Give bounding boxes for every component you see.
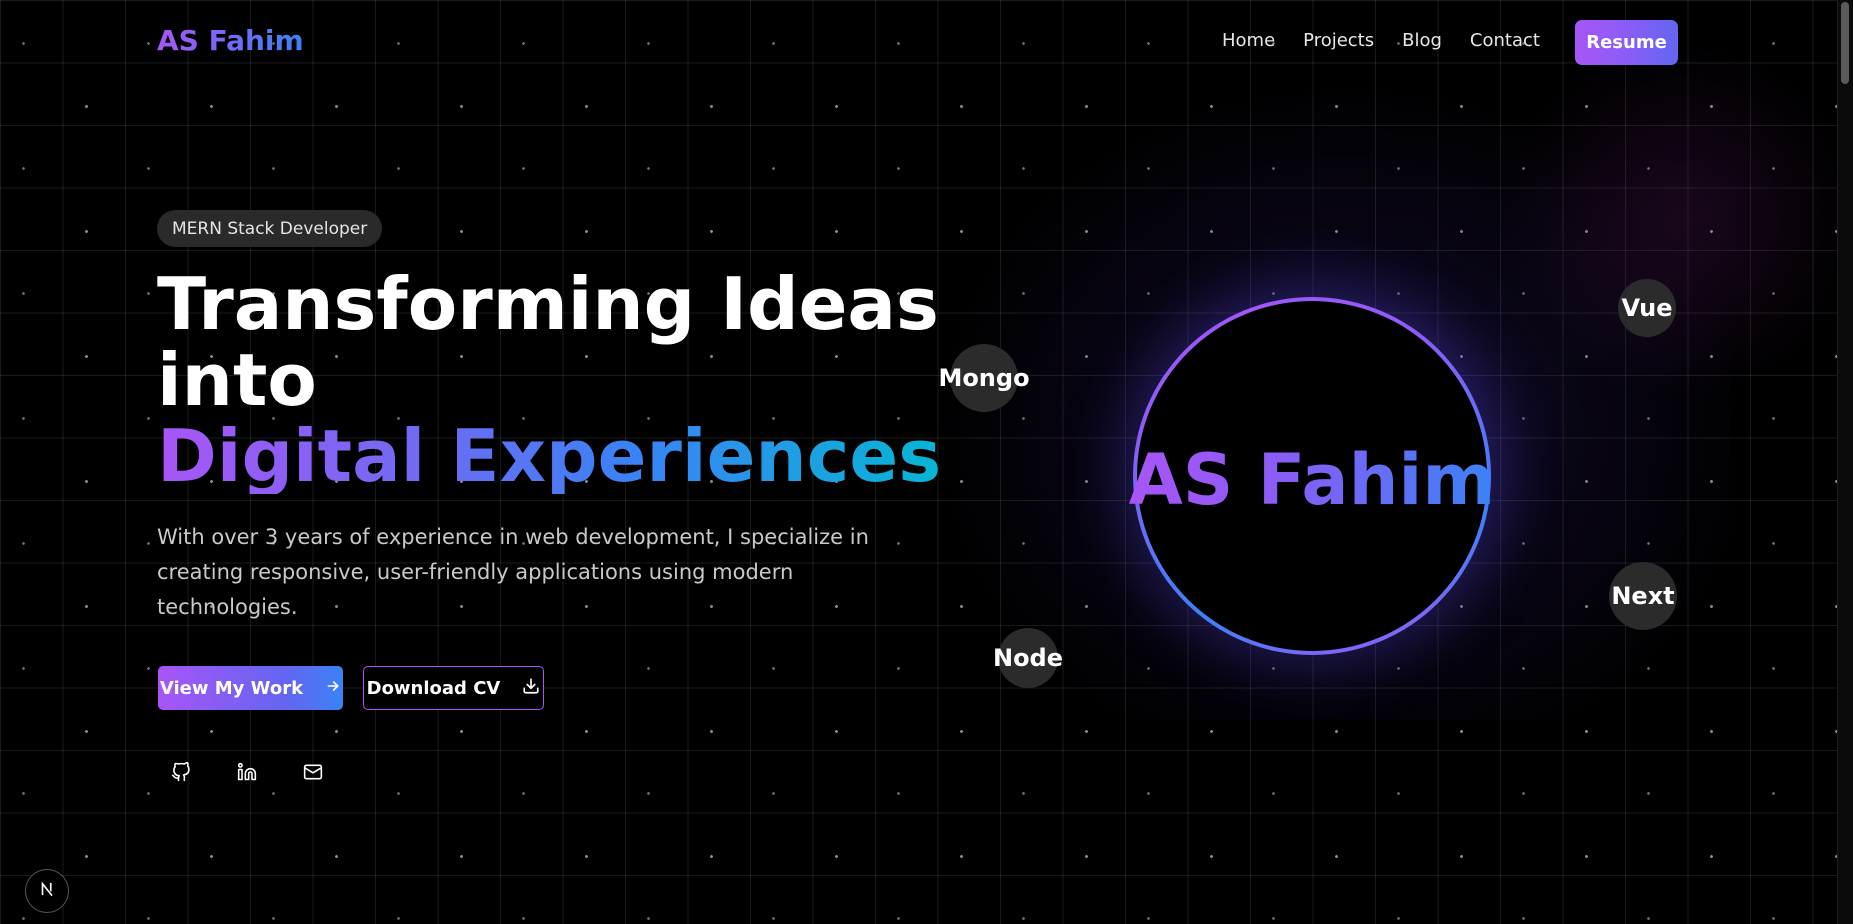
page: AS Fahim Home Projects Blog Contact Resu… (0, 0, 1853, 924)
social-links (170, 761, 324, 783)
tech-bubble-node: Node (993, 628, 1063, 688)
arrow-right-icon (325, 678, 341, 699)
page-scrollbar[interactable] (1837, 0, 1853, 924)
role-badge: MERN Stack Developer (157, 210, 383, 247)
nav-link-home[interactable]: Home (1222, 30, 1275, 51)
mail-icon[interactable] (302, 761, 324, 783)
download-icon (522, 677, 540, 700)
download-cv-label: Download CV (366, 677, 501, 699)
profile-circle-text: AS Fahim (1128, 439, 1496, 521)
background-glow-secondary (1500, 40, 1853, 400)
nav-link-projects[interactable]: Projects (1303, 30, 1374, 51)
nextjs-dev-indicator[interactable] (25, 869, 69, 913)
nav-link-blog[interactable]: Blog (1402, 30, 1442, 51)
headline-line-1: Transforming Ideas (157, 262, 939, 346)
headline-gradient-text: Digital Experiences (157, 414, 942, 498)
resume-button[interactable]: Resume (1575, 20, 1678, 65)
nav-link-contact[interactable]: Contact (1470, 30, 1540, 51)
nextjs-logo-icon (38, 880, 56, 902)
headline-line-2: into (157, 338, 317, 422)
tech-bubble-next: Next (1609, 562, 1677, 630)
download-cv-button[interactable]: Download CV (363, 666, 544, 710)
view-my-work-label: View My Work (159, 677, 304, 699)
profile-circle: AS Fahim (1129, 297, 1495, 655)
scrollbar-thumb[interactable] (1841, 2, 1849, 84)
hero-headline: Transforming Ideas into Digital Experien… (157, 266, 941, 494)
hero-description: With over 3 years of experience in web d… (157, 525, 869, 619)
tech-bubble-mongo: Mongo (938, 344, 1030, 412)
site-logo[interactable]: AS Fahim (157, 24, 304, 57)
main-nav: Home Projects Blog Contact (1222, 30, 1540, 51)
tech-bubble-vue: Vue (1618, 279, 1676, 337)
github-icon[interactable] (170, 761, 192, 783)
linkedin-icon[interactable] (236, 761, 258, 783)
view-my-work-button[interactable]: View My Work (158, 666, 343, 710)
